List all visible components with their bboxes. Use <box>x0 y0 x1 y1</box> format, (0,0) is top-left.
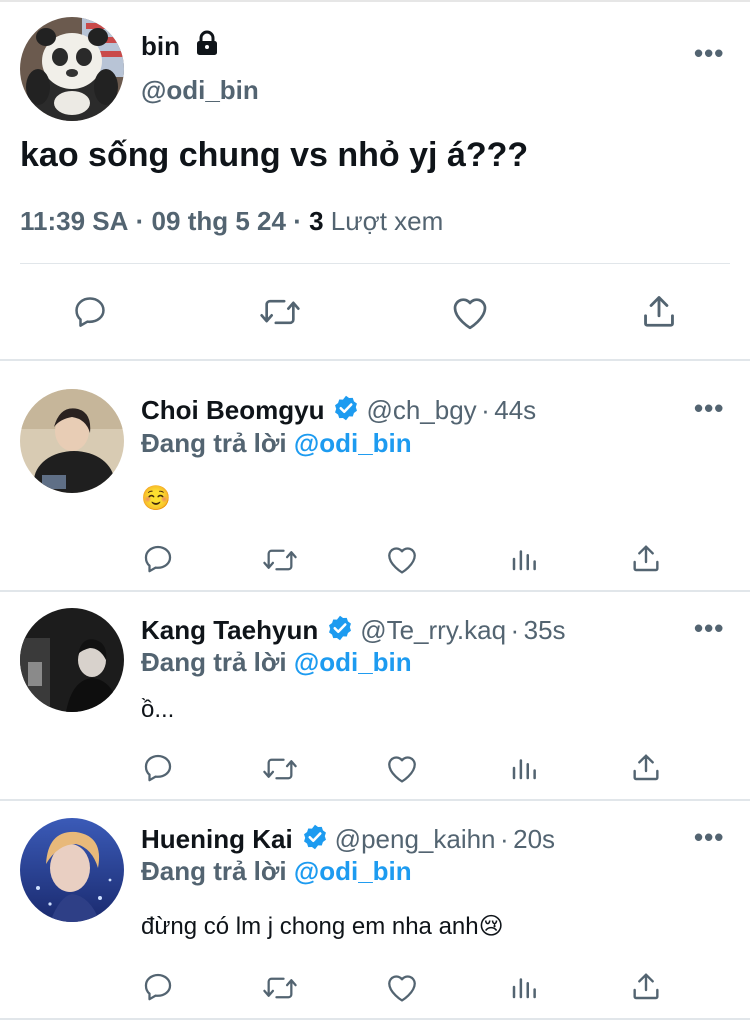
reply-divider <box>0 799 750 801</box>
like-icon[interactable] <box>385 971 419 1003</box>
like-icon[interactable] <box>450 293 490 331</box>
share-icon[interactable] <box>640 292 678 330</box>
share-icon[interactable] <box>630 542 662 574</box>
reply-icon[interactable] <box>141 970 175 1004</box>
reply-more-options-icon[interactable]: ••• <box>694 822 724 853</box>
reply-text: đừng có lm j chong em nha anh😢 <box>141 913 504 940</box>
reply-header-kang: Kang Taehyun @Te_rry.kaq · 35s <box>141 614 566 647</box>
mention-link[interactable]: @odi_bin <box>294 647 412 677</box>
like-icon[interactable] <box>385 543 419 575</box>
views-icon[interactable] <box>509 753 539 783</box>
author-name-text[interactable]: bin <box>141 31 180 61</box>
reply-icon[interactable] <box>71 293 109 331</box>
meta-separator-2: · <box>293 206 302 236</box>
verified-badge-icon <box>301 823 329 856</box>
reply-avatar-huening[interactable] <box>20 818 124 922</box>
mention-link[interactable]: @odi_bin <box>294 856 412 886</box>
views-label[interactable]: Lượt xem <box>331 206 443 236</box>
verified-badge-icon <box>326 614 354 647</box>
reply-author-handle[interactable]: @Te_rry.kaq <box>360 615 506 645</box>
reply-avatar-kang[interactable] <box>20 608 124 712</box>
reply-divider <box>0 590 750 592</box>
reply-time[interactable]: 20s <box>513 824 555 854</box>
replying-to-line: Đang trả lời @odi_bin <box>141 647 412 678</box>
more-options-icon[interactable]: ••• <box>694 38 724 69</box>
views-icon[interactable] <box>509 972 539 1002</box>
meta-separator: · <box>135 206 145 236</box>
top-border <box>0 0 750 2</box>
replying-to-line: Đang trả lời @odi_bin <box>141 428 412 459</box>
reply-icon[interactable] <box>141 751 175 785</box>
views-count[interactable]: 3 <box>309 206 323 236</box>
reply-divider <box>0 1018 750 1020</box>
main-author-avatar[interactable] <box>20 17 124 121</box>
main-author-name[interactable]: bin <box>141 31 180 62</box>
retweet-icon[interactable] <box>258 292 302 332</box>
replying-label: Đang trả lời <box>141 647 287 677</box>
reply-text: ☺️ <box>141 485 171 512</box>
retweet-icon[interactable] <box>261 971 299 1005</box>
reply-author-name[interactable]: Kang Taehyun <box>141 615 318 645</box>
reply-more-options-icon[interactable]: ••• <box>694 393 724 424</box>
reply-author-handle[interactable]: @peng_kaihn <box>335 824 496 854</box>
share-icon[interactable] <box>630 751 662 783</box>
views-icon[interactable] <box>509 544 539 574</box>
reply-icon[interactable] <box>141 542 175 576</box>
main-tweet-meta: 11:39 SA · 09 thg 5 24 · 3 Lượt xem <box>20 206 443 237</box>
reply-dot: · <box>499 824 509 854</box>
section-divider <box>0 359 750 361</box>
reply-author-name[interactable]: Choi Beomgyu <box>141 395 324 425</box>
retweet-icon[interactable] <box>261 543 299 577</box>
mention-link[interactable]: @odi_bin <box>294 428 412 458</box>
replying-label: Đang trả lời <box>141 428 287 458</box>
reply-avatar-choi[interactable] <box>20 389 124 493</box>
reply-author-handle[interactable]: @ch_bgy <box>366 395 476 425</box>
reply-dot: · <box>510 615 520 645</box>
reply-more-options-icon[interactable]: ••• <box>694 613 724 644</box>
replying-label: Đang trả lời <box>141 856 287 886</box>
reply-header-huening: Huening Kai @peng_kaihn · 20s <box>141 823 555 856</box>
reply-text: ồ... <box>141 696 175 723</box>
lock-icon <box>194 30 220 61</box>
replying-to-line: Đang trả lời @odi_bin <box>141 856 412 887</box>
reply-author-name[interactable]: Huening Kai <box>141 824 293 854</box>
share-icon[interactable] <box>630 970 662 1002</box>
reply-dot: · <box>481 395 490 425</box>
tweet-time[interactable]: 11:39 SA <box>20 206 128 236</box>
reply-header-choi: Choi Beomgyu @ch_bgy · 44s <box>141 394 536 427</box>
reply-time[interactable]: 44s <box>494 395 536 425</box>
reply-time[interactable]: 35s <box>524 615 566 645</box>
meta-divider <box>20 263 730 264</box>
tweet-date[interactable]: 09 thg 5 24 <box>152 206 286 236</box>
main-tweet-text: kao sống chung vs nhỏ yj á??? <box>20 136 529 174</box>
verified-badge-icon <box>332 394 360 427</box>
like-icon[interactable] <box>385 752 419 784</box>
main-author-handle[interactable]: @odi_bin <box>141 75 259 106</box>
retweet-icon[interactable] <box>261 752 299 786</box>
